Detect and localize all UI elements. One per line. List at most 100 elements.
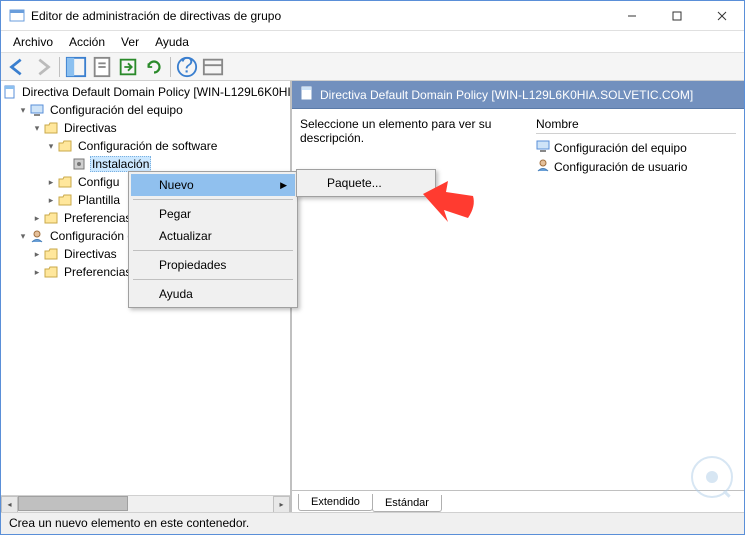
tab-strip: Extendido Estándar	[292, 490, 744, 512]
annotation-arrow-icon	[418, 176, 478, 231]
tree-label: Configuración d	[48, 229, 136, 243]
caret-down-icon: ▾	[17, 105, 29, 116]
tree-label: Configuración del equipo	[48, 103, 185, 117]
toolbar-separator	[170, 57, 171, 77]
tree-label: Plantilla	[76, 193, 122, 207]
menu-separator	[133, 279, 293, 280]
app-window: Editor de administración de directivas d…	[0, 0, 745, 535]
tree-label: Configu	[76, 175, 121, 189]
maximize-button[interactable]	[654, 1, 699, 30]
title-bar: Editor de administración de directivas d…	[1, 1, 744, 31]
menu-action[interactable]: Acción	[61, 33, 113, 51]
tree-software-config[interactable]: ▾ Configuración de software	[3, 137, 288, 155]
user-icon	[29, 228, 45, 244]
caret-down-icon: ▾	[17, 231, 29, 242]
folder-icon	[43, 210, 59, 226]
context-submenu: Paquete...	[296, 169, 436, 197]
tree-label: Instalación	[90, 156, 151, 172]
details-title: Directiva Default Domain Policy [WIN-L12…	[320, 88, 693, 102]
tab-standard[interactable]: Estándar	[372, 495, 442, 512]
refresh-button[interactable]	[142, 55, 166, 79]
submenu-arrow-icon: ▶	[280, 180, 287, 191]
window-title: Editor de administración de directivas d…	[31, 9, 609, 23]
computer-icon	[29, 102, 45, 118]
details-header: Directiva Default Domain Policy [WIN-L12…	[292, 81, 744, 109]
caret-down-icon: ▾	[31, 123, 43, 134]
policy-icon	[300, 86, 314, 103]
list-item-label: Configuración de usuario	[554, 160, 687, 174]
details-pane: Directiva Default Domain Policy [WIN-L12…	[291, 81, 744, 512]
policy-icon	[3, 84, 17, 100]
menu-help[interactable]: Ayuda	[147, 33, 197, 51]
menu-item-label: Ayuda	[159, 287, 193, 301]
menu-bar: Archivo Acción Ver Ayuda	[1, 31, 744, 53]
minimize-button[interactable]	[609, 1, 654, 30]
menu-item-label: Propiedades	[159, 258, 226, 272]
watermark-icon	[687, 452, 737, 505]
content-area: Directiva Default Domain Policy [WIN-L12…	[1, 81, 744, 512]
tree-policies[interactable]: ▾ Directivas	[3, 119, 288, 137]
list-item-computer[interactable]: Configuración del equipo	[536, 138, 736, 157]
context-menu-properties[interactable]: Propiedades	[131, 254, 295, 276]
horizontal-scrollbar[interactable]: ◂ ▸	[1, 495, 290, 512]
back-button[interactable]	[5, 55, 29, 79]
context-menu-refresh[interactable]: Actualizar	[131, 225, 295, 247]
menu-item-label: Pegar	[159, 207, 191, 221]
caret-down-icon: ▾	[45, 141, 57, 152]
context-menu-new[interactable]: Nuevo ▶	[131, 174, 295, 196]
context-menu-paste[interactable]: Pegar	[131, 203, 295, 225]
installer-icon	[71, 156, 87, 172]
tree-label: Configuración de software	[76, 139, 219, 153]
menu-item-label: Actualizar	[159, 229, 212, 243]
details-body: Seleccione un elemento para ver su descr…	[292, 109, 744, 490]
show-hide-button[interactable]	[64, 55, 88, 79]
menu-separator	[133, 199, 293, 200]
user-icon	[536, 158, 550, 175]
computer-icon	[536, 139, 550, 156]
list-item-user[interactable]: Configuración de usuario	[536, 157, 736, 176]
scroll-thumb[interactable]	[18, 496, 128, 511]
app-icon	[9, 8, 25, 24]
tree-label: Preferencias	[62, 265, 133, 279]
folder-icon	[57, 192, 73, 208]
folder-icon	[43, 120, 59, 136]
tree-computer-config[interactable]: ▾ Configuración del equipo	[3, 101, 288, 119]
caret-right-icon: ▸	[45, 195, 57, 206]
details-list: Nombre Configuración del equipo Configur…	[536, 117, 736, 482]
caret-right-icon: ▸	[31, 213, 43, 224]
help-button[interactable]: ?	[175, 55, 199, 79]
properties-button[interactable]	[90, 55, 114, 79]
tree-root[interactable]: Directiva Default Domain Policy [WIN-L12…	[3, 83, 288, 101]
scroll-left-button[interactable]: ◂	[1, 496, 18, 513]
export-button[interactable]	[116, 55, 140, 79]
context-menu: Nuevo ▶ Pegar Actualizar Propiedades Ayu…	[128, 171, 298, 308]
svg-text:?: ?	[181, 56, 193, 78]
toolbar-separator	[59, 57, 60, 77]
caret-right-icon: ▸	[31, 249, 43, 260]
menu-item-label: Paquete...	[327, 176, 382, 190]
tree-label: Directivas	[62, 247, 119, 261]
menu-separator	[133, 250, 293, 251]
tree-label: Directivas	[62, 121, 119, 135]
scroll-track[interactable]	[18, 496, 273, 513]
menu-item-label: Nuevo	[159, 178, 194, 192]
folder-icon	[57, 174, 73, 190]
toolbar: ?	[1, 53, 744, 81]
context-menu-help[interactable]: Ayuda	[131, 283, 295, 305]
folder-icon	[43, 246, 59, 262]
tree-label: Preferencias	[62, 211, 133, 225]
filter-button[interactable]	[201, 55, 225, 79]
scroll-right-button[interactable]: ▸	[273, 496, 290, 513]
tab-extended[interactable]: Extendido	[298, 494, 373, 511]
folder-icon	[57, 138, 73, 154]
column-header-name[interactable]: Nombre	[536, 117, 736, 134]
list-item-label: Configuración del equipo	[554, 141, 687, 155]
forward-button[interactable]	[31, 55, 55, 79]
tree-label: Directiva Default Domain Policy [WIN-L12…	[20, 85, 290, 99]
folder-icon	[43, 264, 59, 280]
menu-view[interactable]: Ver	[113, 33, 147, 51]
caret-right-icon: ▸	[31, 267, 43, 278]
menu-file[interactable]: Archivo	[5, 33, 61, 51]
close-button[interactable]	[699, 1, 744, 30]
status-bar: Crea un nuevo elemento en este contenedo…	[1, 512, 744, 534]
